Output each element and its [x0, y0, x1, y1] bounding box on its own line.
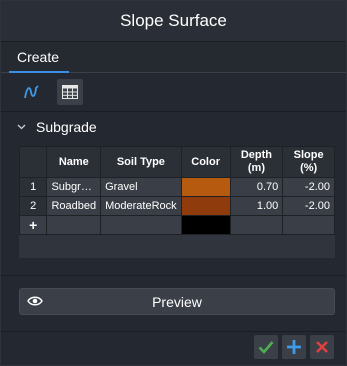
panel-title: Slope Surface	[1, 1, 346, 42]
tab-bar: Create	[1, 42, 346, 73]
add-row-marker[interactable]: +	[18, 215, 48, 235]
cell-depth[interactable]: 0.70	[229, 177, 284, 197]
toolbar	[1, 73, 346, 112]
cell-name[interactable]: Roadbed	[46, 196, 102, 216]
row-number[interactable]: 2	[18, 196, 48, 216]
column-header-name[interactable]: Name	[46, 146, 102, 178]
cell-color[interactable]	[180, 177, 231, 197]
column-header-color[interactable]: Color	[180, 146, 231, 178]
eye-icon	[27, 296, 43, 306]
cancel-button[interactable]	[310, 335, 334, 359]
table-view-button[interactable]	[57, 79, 83, 105]
column-header-soil-type[interactable]: Soil Type	[100, 146, 182, 178]
slope-surface-panel: Slope Surface Create Subgrade Name Soil …	[0, 0, 347, 366]
cell-slope[interactable]: -2.00	[282, 177, 335, 197]
divider	[1, 275, 346, 276]
subgrade-table: Name Soil Type Color Depth (m) Slope (%)…	[18, 146, 335, 235]
cell-soil-type[interactable]: ModerateRock	[100, 196, 182, 216]
column-header-slope[interactable]: Slope (%)	[282, 146, 335, 178]
cell-depth[interactable]: 1.00	[229, 196, 284, 216]
cell-slope[interactable]: -2.00	[282, 196, 335, 216]
row-number[interactable]: 1	[18, 177, 48, 197]
cell-slope[interactable]	[282, 215, 335, 235]
table-icon	[62, 85, 78, 99]
subgrade-section-header[interactable]: Subgrade	[1, 112, 346, 142]
preview-label: Preview	[152, 293, 202, 310]
section-title: Subgrade	[36, 119, 97, 135]
cell-depth[interactable]	[229, 215, 284, 235]
cell-name[interactable]	[46, 215, 102, 235]
draw-curve-icon	[24, 85, 39, 99]
chevron-down-icon	[17, 124, 26, 130]
cell-soil-type[interactable]	[100, 215, 182, 235]
new-row[interactable]: +	[18, 215, 335, 235]
column-header-depth[interactable]: Depth (m)	[229, 146, 284, 178]
corner-header	[18, 146, 48, 178]
check-icon	[258, 341, 274, 354]
cell-color[interactable]	[180, 215, 231, 235]
table-header-row: Name Soil Type Color Depth (m) Slope (%)	[18, 146, 335, 178]
cell-soil-type[interactable]: Gravel	[100, 177, 182, 197]
plus-icon	[287, 340, 301, 354]
table-row[interactable]: 2 Roadbed ModerateRock 1.00 -2.00	[18, 196, 335, 216]
tab-create[interactable]: Create	[9, 49, 70, 73]
add-button[interactable]	[282, 335, 306, 359]
preview-button[interactable]: Preview	[19, 288, 335, 315]
subgrade-grid: Name Soil Type Color Depth (m) Slope (%)…	[18, 146, 335, 258]
divider	[1, 331, 346, 332]
footer-actions	[254, 335, 334, 359]
cell-name[interactable]: Subgr…	[46, 177, 102, 197]
cell-color[interactable]	[180, 196, 231, 216]
table-row[interactable]: 1 Subgr… Gravel 0.70 -2.00	[18, 177, 335, 197]
draw-curve-button[interactable]	[19, 79, 45, 105]
close-icon	[316, 341, 328, 353]
ok-button[interactable]	[254, 335, 278, 359]
